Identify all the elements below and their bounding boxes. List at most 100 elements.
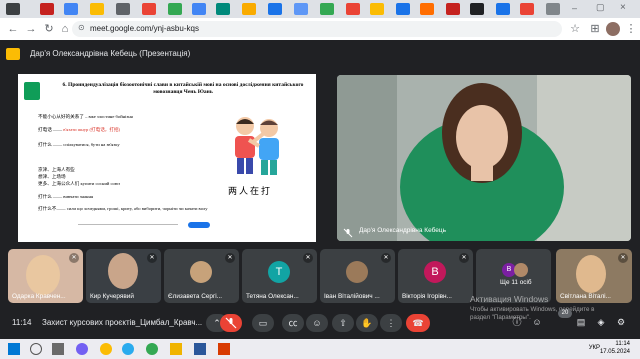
participant-tile[interactable]: ✕ Кир Кучерявий xyxy=(86,249,161,303)
participant-name: Іван Віталійович ... xyxy=(324,293,380,300)
browser-menu-icon[interactable]: ⋮ xyxy=(624,22,638,36)
keyboard-language[interactable]: УКР xyxy=(589,345,600,351)
university-logo xyxy=(24,82,40,100)
url-field[interactable]: ⊙ meet.google.com/ynj-asbu-kqs xyxy=(72,21,562,37)
presenter-video xyxy=(337,75,631,241)
participant-tile[interactable]: ✕ Одарка Кравчен... xyxy=(8,249,83,303)
chrome-active-icon[interactable] xyxy=(146,343,158,355)
tab-icon[interactable] xyxy=(546,3,560,15)
present-screen-button[interactable]: ⇧ xyxy=(332,314,354,332)
emoji-button[interactable]: ☺ xyxy=(306,314,328,332)
slide-footer xyxy=(78,222,278,228)
slide-line: 打什么 —— спілкуватися, бути на зв'язку xyxy=(38,142,120,147)
participant-tile[interactable]: ✕ Світлана Віталі... xyxy=(556,249,632,303)
mic-off-icon: ✕ xyxy=(225,253,235,263)
reload-icon[interactable]: ↻ xyxy=(42,22,56,36)
extensions-icon[interactable]: ⊞ xyxy=(588,22,602,36)
viber-icon[interactable] xyxy=(76,343,88,355)
tab-icon[interactable] xyxy=(446,3,460,15)
tab-icon[interactable] xyxy=(40,3,54,15)
forward-icon[interactable]: → xyxy=(24,22,38,36)
slide-line: 打电话 —— в'язати шнур (打电话，打招) xyxy=(38,127,121,132)
slide-line: 打什么不—— сили що хочеднями, гроші, криту, … xyxy=(38,206,208,211)
tab-icon[interactable] xyxy=(64,3,78,15)
tab-icon[interactable] xyxy=(168,3,182,15)
chat-icon[interactable]: ▤ xyxy=(574,315,588,329)
participant-avatar xyxy=(190,261,212,283)
camera-toggle-button[interactable]: ▭ xyxy=(252,314,274,332)
info-icon[interactable]: ⓘ xyxy=(510,315,524,329)
more-options-button[interactable]: ⋮ xyxy=(380,314,402,332)
tab-icon[interactable] xyxy=(216,3,230,15)
window-maximize-icon[interactable]: ▢ xyxy=(596,2,605,13)
browser-tab-strip: – ▢ × xyxy=(0,0,640,18)
mic-off-icon: ✕ xyxy=(459,253,469,263)
people-icon[interactable]: ☺ xyxy=(530,315,544,329)
back-icon[interactable]: ← xyxy=(6,22,20,36)
meeting-clock: 11:14 xyxy=(12,318,32,327)
participant-tile[interactable]: ✕ Єлизавета Сергі... xyxy=(164,249,239,303)
participant-avatar: В xyxy=(424,261,446,283)
tab-icon[interactable] xyxy=(268,3,282,15)
participant-tile[interactable]: Т ✕ Тетяна Олексан... xyxy=(242,249,317,303)
tab-icon[interactable] xyxy=(320,3,334,15)
tab-icon[interactable] xyxy=(192,3,206,15)
tab-icon[interactable] xyxy=(396,3,410,15)
tab-icon[interactable] xyxy=(6,3,20,15)
windows-activation-title: Активация Windows xyxy=(470,294,549,304)
participant-name: Єлизавета Сергі... xyxy=(168,293,223,300)
search-icon[interactable] xyxy=(30,343,42,355)
tab-icon[interactable] xyxy=(496,3,510,15)
tab-icon[interactable] xyxy=(294,3,308,15)
tab-icon[interactable] xyxy=(520,3,534,15)
tab-icon[interactable] xyxy=(346,3,360,15)
host-controls-icon[interactable]: ⚙ xyxy=(614,315,628,329)
window-close-icon[interactable]: × xyxy=(620,2,626,13)
raise-hand-button[interactable]: ✋ xyxy=(356,314,378,332)
participant-name: Одарка Кравчен... xyxy=(12,293,66,300)
file-explorer-icon[interactable] xyxy=(170,343,182,355)
url-text: meet.google.com/ynj-asbu-kqs xyxy=(90,24,199,33)
fighting-kids-illustration xyxy=(235,117,279,175)
address-bar-row: ← → ↻ ⌂ ⊙ meet.google.com/ynj-asbu-kqs ☆… xyxy=(0,18,640,40)
chrome-icon[interactable] xyxy=(100,343,112,355)
telegram-icon[interactable] xyxy=(122,343,134,355)
meet-controls-bar: 11:14 Захист курсових проєктів_Цимбал_Кр… xyxy=(0,309,640,339)
tab-icon[interactable] xyxy=(242,3,256,15)
presenter-camera-tile[interactable]: Дар'я Олександрівна Кебець xyxy=(337,75,631,241)
mic-toggle-button[interactable] xyxy=(220,314,242,332)
home-icon[interactable]: ⌂ xyxy=(58,22,72,36)
task-view-icon[interactable] xyxy=(52,343,64,355)
tab-icon[interactable] xyxy=(420,3,434,15)
participant-tile[interactable]: В ✕ Вікторія Ігорівн... xyxy=(398,249,473,303)
tab-icon[interactable] xyxy=(470,3,484,15)
site-info-icon[interactable]: ⊙ xyxy=(78,23,85,32)
more-participants-label: Ще 11 осіб xyxy=(500,279,532,286)
participant-tile[interactable]: ✕ Іван Віталійович ... xyxy=(320,249,395,303)
profile-avatar[interactable] xyxy=(606,22,620,36)
participant-name: Кир Кучерявий xyxy=(90,293,134,300)
participant-name: Тетяна Олексан... xyxy=(246,293,299,300)
tab-icon[interactable] xyxy=(142,3,156,15)
bookmark-star-icon[interactable]: ☆ xyxy=(568,22,582,36)
end-call-button[interactable]: ☎ xyxy=(406,314,430,332)
window-minimize-icon[interactable]: – xyxy=(572,3,577,13)
meet-window: Дар'я Олександрівна Кебець (Презентація)… xyxy=(0,40,640,359)
shared-slide: 6. Проиндендуалізація біозоотонічні слав… xyxy=(18,74,316,242)
system-clock[interactable]: 11:14 17.05.2024 xyxy=(600,341,630,356)
word-icon[interactable] xyxy=(194,343,206,355)
tab-icon[interactable] xyxy=(90,3,104,15)
mic-off-icon: ✕ xyxy=(381,253,391,263)
captions-button[interactable]: ㏄ xyxy=(282,314,304,332)
windows-start-icon[interactable] xyxy=(8,343,20,355)
activities-icon[interactable]: ◈ xyxy=(594,315,608,329)
mic-off-icon: ✕ xyxy=(303,253,313,263)
slide-line: 更多、上海公众人们 купити сосний союз xyxy=(38,181,121,186)
participants-count-badge: 20 xyxy=(558,309,572,318)
tab-icon[interactable] xyxy=(116,3,130,15)
windows-taskbar: УКР 11:14 17.05.2024 xyxy=(0,339,640,359)
participant-avatar xyxy=(346,261,368,283)
tab-icon[interactable] xyxy=(370,3,384,15)
meeting-name: Захист курсових проєктів_Цимбал_Кравч... xyxy=(42,318,203,327)
powerpoint-icon[interactable] xyxy=(218,343,230,355)
